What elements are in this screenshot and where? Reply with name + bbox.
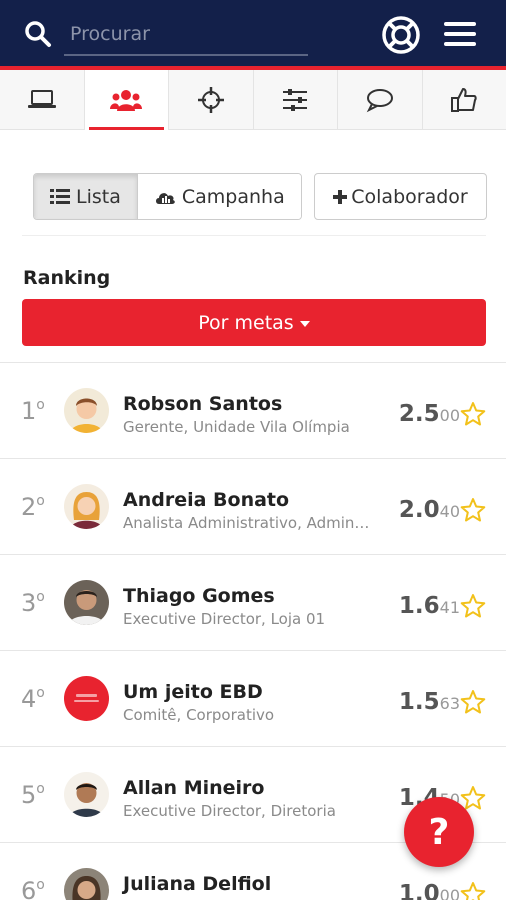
divider: [22, 235, 486, 236]
search-icon[interactable]: [24, 20, 52, 48]
list-view-label: Lista: [76, 185, 121, 208]
tab-users[interactable]: [84, 70, 169, 130]
campaign-view-button[interactable]: Campanha: [137, 174, 301, 219]
collaborator-score: 1.000: [398, 881, 460, 900]
list-item[interactable]: 2o Andreia Bonato Analista Administrativ…: [0, 458, 506, 554]
rank-position: 6o: [21, 877, 45, 900]
section-tabs: [0, 70, 506, 130]
sliders-icon: [283, 89, 308, 111]
collaborator-name: Allan Mineiro: [123, 777, 265, 799]
tab-comments[interactable]: [338, 70, 423, 130]
star-icon[interactable]: [460, 593, 486, 619]
help-button-label: ?: [428, 811, 450, 853]
top-navbar: [0, 0, 506, 70]
collaborator-name: Juliana Delfiol: [123, 873, 272, 895]
collaborator-name: Um jeito EBD: [123, 681, 263, 703]
hamburger-menu-icon[interactable]: [440, 16, 480, 52]
ranking-filter-label: Por metas: [198, 311, 294, 334]
campaign-view-label: Campanha: [181, 185, 285, 208]
plus-icon: [333, 189, 348, 204]
rank-position: 2o: [21, 493, 45, 521]
list-item[interactable]: 4o Um jeito EBD Comitê, Corporativo 1.56…: [0, 650, 506, 746]
lifebuoy-icon[interactable]: [380, 14, 422, 56]
star-icon[interactable]: [460, 881, 486, 900]
caret-down-icon: [299, 321, 310, 327]
list-icon: [50, 188, 70, 204]
list-view-button[interactable]: Lista: [34, 174, 138, 219]
rank-position: 4o: [21, 685, 45, 713]
tab-feedback[interactable]: [423, 70, 506, 130]
rank-position: 5o: [21, 781, 45, 809]
avatar: [64, 388, 109, 433]
avatar: [64, 868, 109, 900]
add-collaborator-button[interactable]: Colaborador: [314, 173, 487, 220]
comment-icon: [366, 89, 393, 113]
crosshair-icon: [197, 87, 224, 113]
search-input[interactable]: [64, 14, 308, 56]
help-button[interactable]: ?: [404, 797, 474, 867]
ranking-title: Ranking: [23, 267, 111, 289]
list-item[interactable]: 3o Thiago Gomes Executive Director, Loja…: [0, 554, 506, 650]
avatar: [64, 484, 109, 529]
star-icon[interactable]: [460, 401, 486, 427]
avatar: [64, 580, 109, 625]
collaborator-score: 2.040: [398, 497, 460, 523]
company-logo: [64, 676, 109, 721]
collaborator-score: 1.641: [398, 593, 460, 619]
star-icon[interactable]: [460, 497, 486, 523]
collaborator-role: Analista Administrativo, Admin…: [123, 514, 370, 532]
collaborator-role: Executive Director, Diretoria: [123, 802, 336, 820]
collaborator-name: Robson Santos: [123, 393, 283, 415]
users-icon: [110, 90, 143, 111]
collaborator-role: Executive Director, Loja 01: [123, 610, 326, 628]
star-icon[interactable]: [460, 689, 486, 715]
thumbs-up-icon: [451, 88, 477, 112]
tab-settings[interactable]: [254, 70, 338, 130]
view-toggle-group: Lista Campanha: [33, 173, 302, 220]
collaborator-score: 1.563: [398, 689, 460, 715]
collaborator-role: Comitê, Corporativo: [123, 706, 275, 724]
list-item[interactable]: 1o Robson Santos Gerente, Unidade Vila O…: [0, 362, 506, 458]
add-collaborator-label: Colaborador: [351, 185, 468, 208]
collaborator-name: Thiago Gomes: [123, 585, 275, 607]
avatar: [64, 772, 109, 817]
collaborator-score: 2.500: [398, 401, 460, 427]
laptop-icon: [27, 90, 56, 108]
cloud-chart-icon: [155, 192, 175, 204]
tab-laptop[interactable]: [0, 70, 85, 130]
collaborator-role: Gerente, Unidade Vila Olímpia: [123, 418, 350, 436]
rank-position: 1o: [21, 397, 45, 425]
ranking-filter-dropdown[interactable]: Por metas: [22, 299, 486, 346]
tab-crosshair[interactable]: [169, 70, 254, 130]
rank-position: 3o: [21, 589, 45, 617]
collaborator-name: Andreia Bonato: [123, 489, 290, 511]
